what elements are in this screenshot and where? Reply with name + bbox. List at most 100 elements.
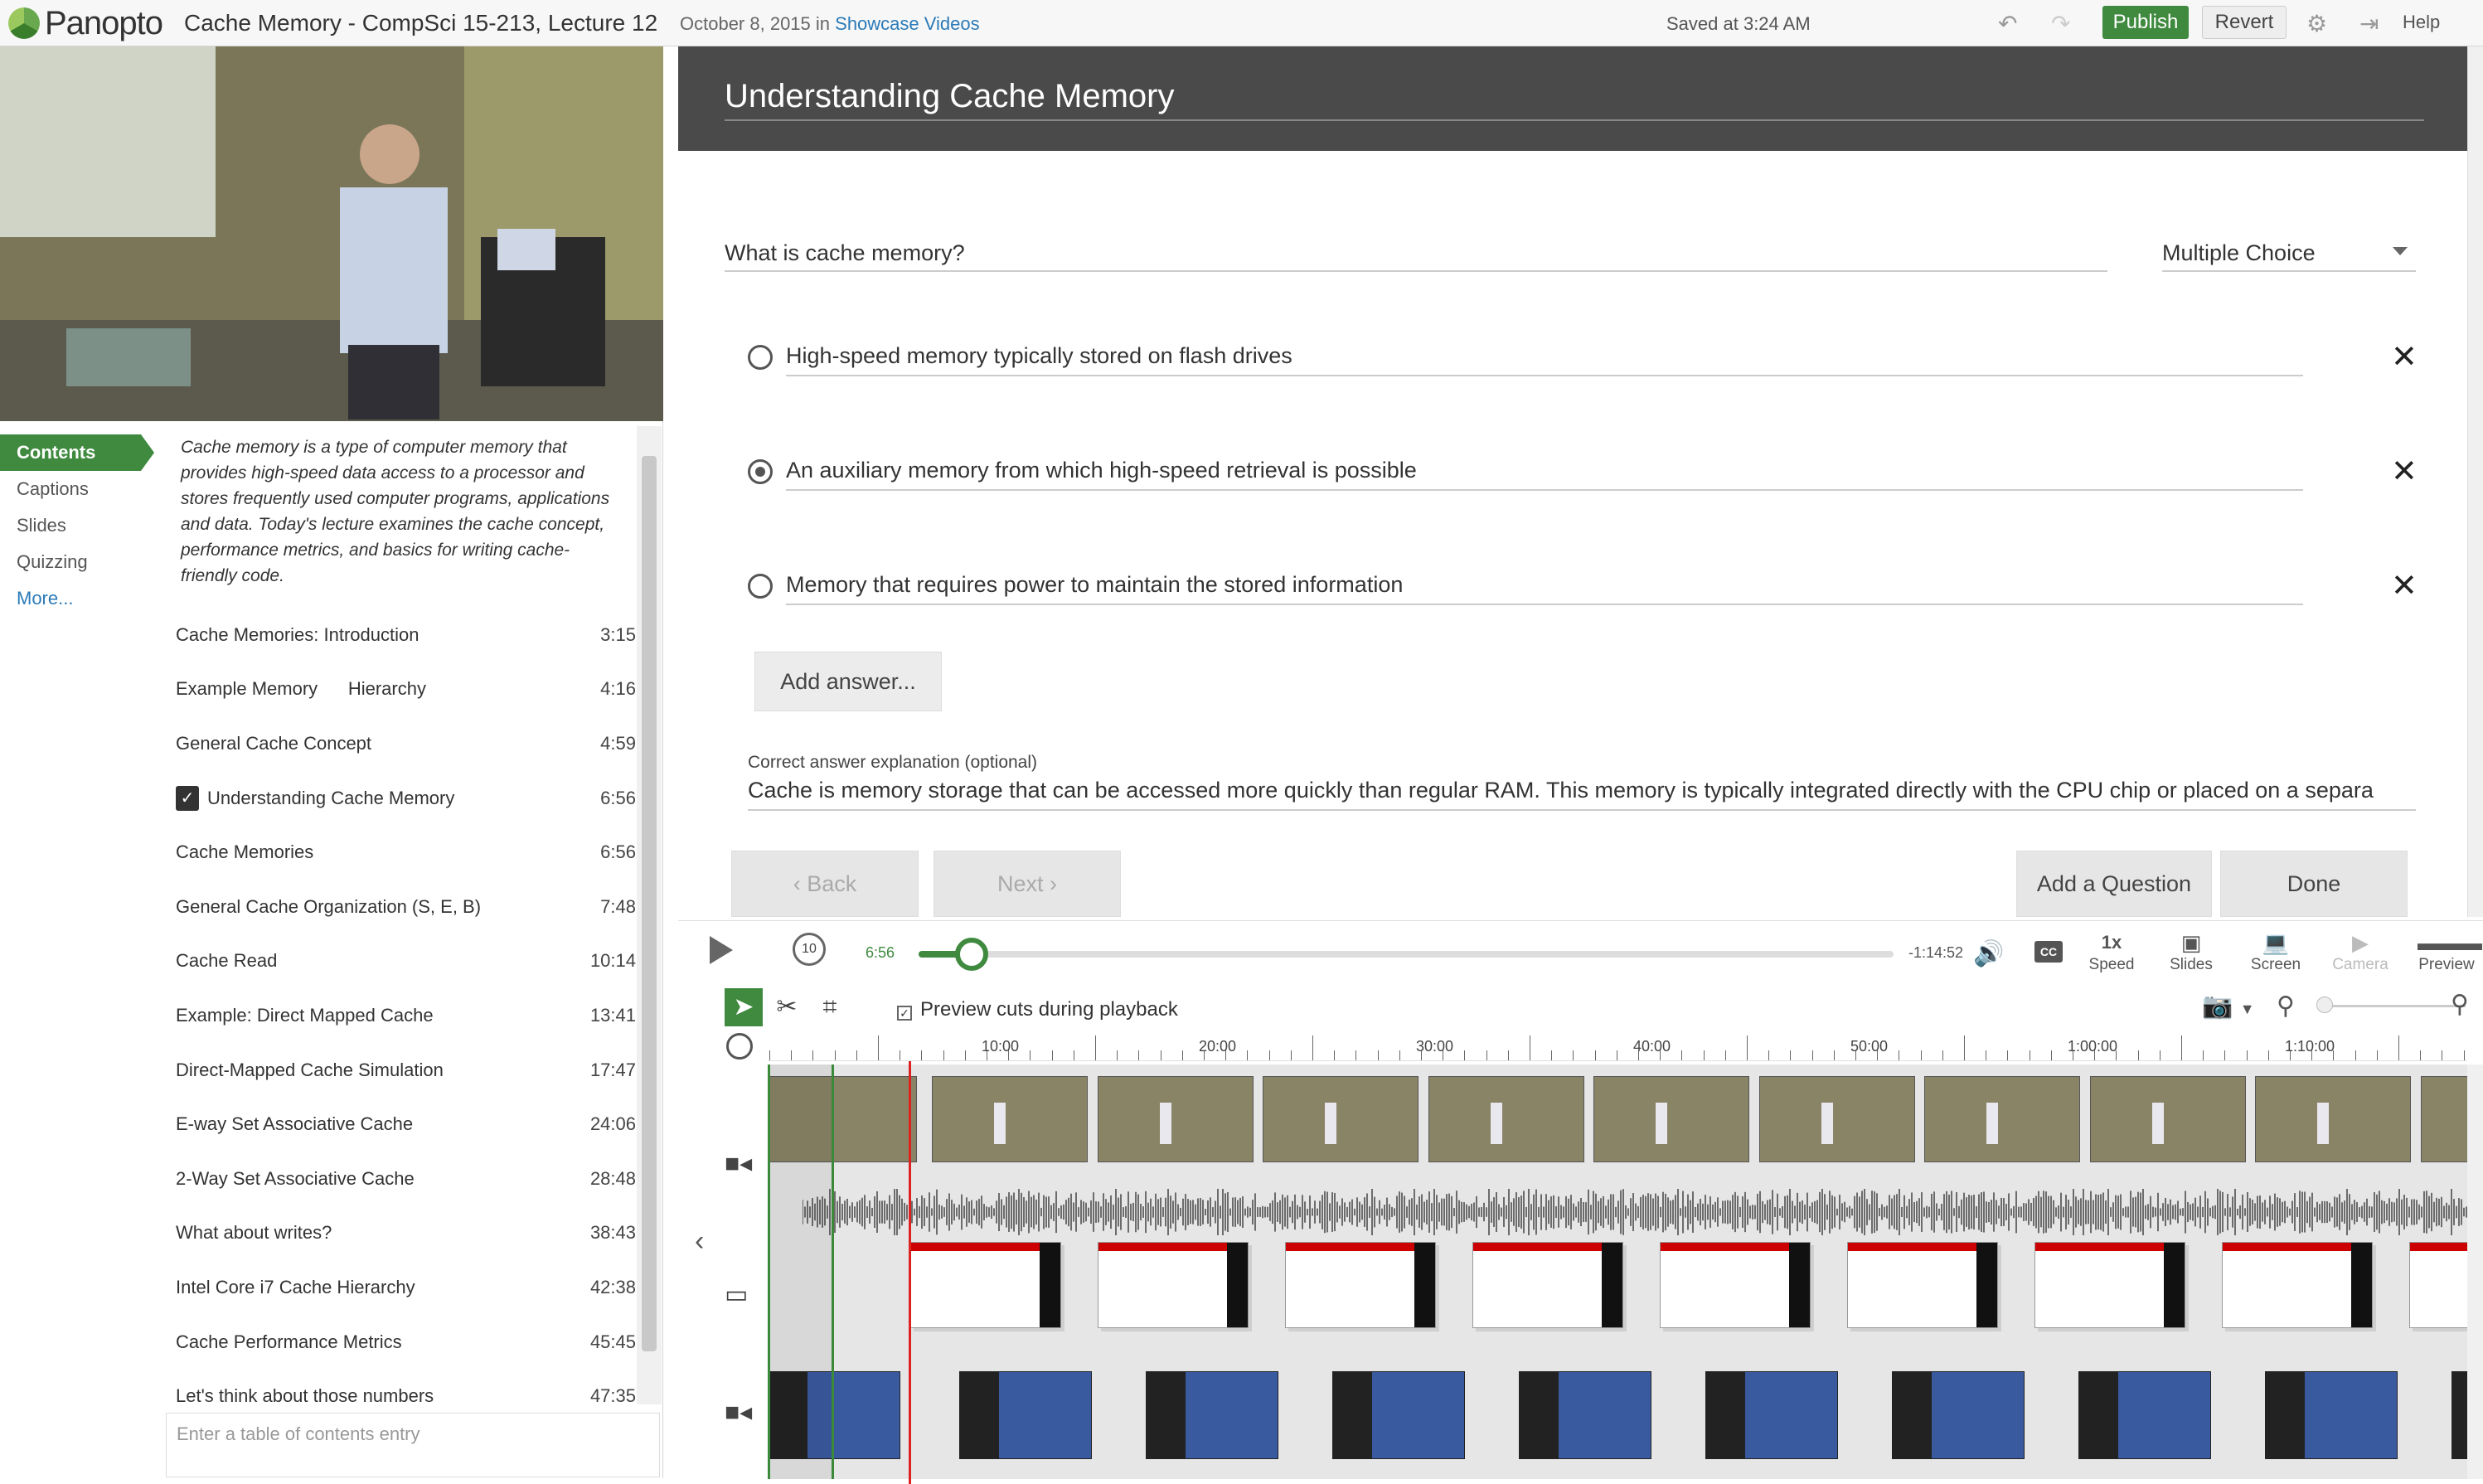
remove-answer-icon[interactable]: ✕	[2391, 567, 2418, 604]
toc-entry-input[interactable]: Enter a table of contents entry	[166, 1413, 660, 1477]
current-time: 6:56	[866, 944, 895, 962]
tab-captions[interactable]: Captions	[0, 471, 158, 507]
help-menu[interactable]: Help	[2403, 12, 2440, 33]
preview-button[interactable]: ▬▬▬ Preview	[2418, 929, 2476, 974]
undo-icon[interactable]: ↶	[1998, 10, 2017, 37]
redo-icon[interactable]: ↷	[2051, 10, 2070, 37]
slides-button[interactable]: ▣ Slides	[2162, 929, 2220, 974]
ruler-tick	[1247, 1050, 1248, 1060]
question-input[interactable]: What is cache memory?	[725, 234, 2107, 272]
contents-scrollbar[interactable]	[637, 426, 662, 1404]
publish-button[interactable]: Publish	[2102, 6, 2189, 39]
presenter	[1160, 1103, 1171, 1144]
add-question-button[interactable]: Add a Question	[2016, 851, 2212, 917]
question-type-select[interactable]: Multiple Choice	[2162, 234, 2416, 272]
video-preview[interactable]	[0, 46, 663, 421]
table-of-contents: Cache Memories: Introduction3:15Example …	[176, 608, 636, 1423]
back-label: Back	[807, 871, 856, 896]
add-answer-button[interactable]: Add answer...	[754, 652, 942, 711]
toc-entry[interactable]: Cache Memories6:56	[176, 825, 636, 880]
revert-button[interactable]: Revert	[2202, 6, 2287, 39]
edit-tools: ➤ ✂ ⌗	[725, 988, 849, 1026]
toc-entry-time: 24:06	[590, 1113, 636, 1135]
answer-text-input[interactable]: High-speed memory typically stored on fl…	[786, 335, 2303, 376]
rewind-10-icon[interactable]: 10	[793, 933, 826, 966]
toc-entry-time: 4:59	[600, 733, 636, 754]
exit-icon[interactable]: ⇥	[2359, 10, 2379, 37]
back-button[interactable]: ‹ Back	[731, 851, 919, 917]
cut-region[interactable]	[768, 1065, 834, 1479]
focus-icon[interactable]: ⌗	[811, 988, 849, 1026]
toc-entry[interactable]: E-way Set Associative Cache24:06	[176, 1097, 636, 1152]
quiz-scrollbar[interactable]	[2467, 46, 2483, 917]
toc-entry-time: 7:48	[600, 896, 636, 918]
preview-cuts-checkbox[interactable]: ✓ Preview cuts during playback	[897, 998, 1178, 1021]
toc-entry-title: 2-Way Set Associative Cache	[176, 1168, 415, 1190]
remove-answer-icon[interactable]: ✕	[2391, 453, 2418, 490]
zoom-in-icon[interactable]: ⚲	[2451, 990, 2469, 1019]
remove-answer-icon[interactable]: ✕	[2391, 338, 2418, 376]
presenter	[2152, 1103, 2164, 1144]
answer-radio[interactable]	[748, 459, 773, 484]
zoom-handle[interactable]	[2316, 997, 2333, 1013]
next-button[interactable]: Next ›	[934, 851, 1121, 917]
chevron-down-icon[interactable]: ▼	[2240, 1001, 2255, 1017]
timeline-scrollbar[interactable]	[2467, 1065, 2483, 1479]
video-frame	[1924, 1076, 2080, 1162]
play-icon[interactable]	[710, 936, 733, 964]
answer-radio[interactable]	[748, 345, 773, 370]
toc-entry[interactable]: Example Memory Hierarchy4:16	[176, 662, 636, 717]
captions-icon[interactable]: CC	[2034, 941, 2063, 963]
select-arrow-icon[interactable]: ➤	[725, 988, 763, 1026]
snapshot-camera-icon[interactable]: 📷	[2202, 992, 2233, 1020]
quiz-editor: Understanding Cache Memory What is cache…	[678, 46, 2467, 917]
toc-entry[interactable]: Example: Direct Mapped Cache13:41	[176, 988, 636, 1043]
seek-slider[interactable]	[919, 951, 1894, 958]
zoom-out-icon[interactable]: ⚲	[2277, 992, 2295, 1021]
timeline-tracks[interactable]	[768, 1065, 2467, 1479]
slide-title-bar	[2035, 1243, 2185, 1251]
screen-frame	[1332, 1371, 1465, 1459]
tab-contents[interactable]: Contents	[0, 434, 141, 471]
answer-text-input[interactable]: Memory that requires power to maintain t…	[786, 564, 2303, 605]
tab-more[interactable]: More...	[0, 580, 158, 617]
gear-icon[interactable]: ⚙	[2306, 10, 2327, 37]
ruler-tick	[1312, 1035, 1313, 1060]
collapse-panel-icon[interactable]: ‹	[695, 1225, 704, 1258]
toc-entry[interactable]: Direct-Mapped Cache Simulation17:47	[176, 1043, 636, 1098]
quiz-title[interactable]: Understanding Cache Memory	[725, 78, 1174, 115]
toc-entry[interactable]: Cache Performance Metrics45:45	[176, 1315, 636, 1370]
toc-entry[interactable]: Cache Memories: Introduction3:15	[176, 608, 636, 662]
answer-radio[interactable]	[748, 574, 773, 599]
toc-entry[interactable]: General Cache Organization (S, E, B)7:48	[176, 880, 636, 934]
speed-button[interactable]: 1x Speed	[2083, 929, 2141, 974]
answer-text-input[interactable]: An auxiliary memory from which high-spee…	[786, 449, 2303, 491]
toc-entry[interactable]: Intel Core i7 Cache Hierarchy42:38	[176, 1260, 636, 1315]
seek-handle[interactable]	[955, 938, 988, 971]
presenter	[1325, 1103, 1336, 1144]
folder-link[interactable]: Showcase Videos	[835, 13, 980, 34]
checkbox-icon[interactable]: ✓	[897, 1006, 912, 1021]
tab-slides[interactable]: Slides	[0, 507, 158, 544]
top-bar: Panopto Cache Memory - CompSci 15-213, L…	[0, 0, 2483, 46]
done-button[interactable]: Done	[2220, 851, 2408, 917]
timeline-playhead[interactable]	[909, 1061, 911, 1484]
scissors-icon[interactable]: ✂	[768, 988, 806, 1026]
toc-entry[interactable]: General Cache Concept4:59	[176, 716, 636, 771]
scrollbar-thumb[interactable]	[642, 456, 657, 1351]
ruler-tick	[2007, 1050, 2008, 1060]
tab-quizzing[interactable]: Quizzing	[0, 544, 158, 580]
toc-entry[interactable]: Cache Read10:14	[176, 934, 636, 989]
camera-button[interactable]: ▶ Camera	[2331, 929, 2389, 974]
volume-icon[interactable]: 🔊	[1973, 939, 2004, 968]
toc-entry[interactable]: What about writes?38:43	[176, 1206, 636, 1261]
zoom-slider[interactable]	[2318, 1005, 2466, 1007]
toc-entry[interactable]: ✓Understanding Cache Memory6:56	[176, 771, 636, 826]
preview-cuts-label: Preview cuts during playback	[920, 998, 1178, 1021]
explanation-input[interactable]: Cache is memory storage that can be acce…	[748, 778, 2416, 811]
screen-button[interactable]: 💻 Screen	[2247, 929, 2305, 974]
timeline-ruler[interactable]: 10:0020:0030:0040:0050:001:00:001:10:001…	[768, 1028, 2467, 1061]
presenter	[994, 1103, 1006, 1144]
toc-entry[interactable]: 2-Way Set Associative Cache28:48	[176, 1152, 636, 1206]
panopto-logo[interactable]: Panopto	[8, 7, 162, 40]
